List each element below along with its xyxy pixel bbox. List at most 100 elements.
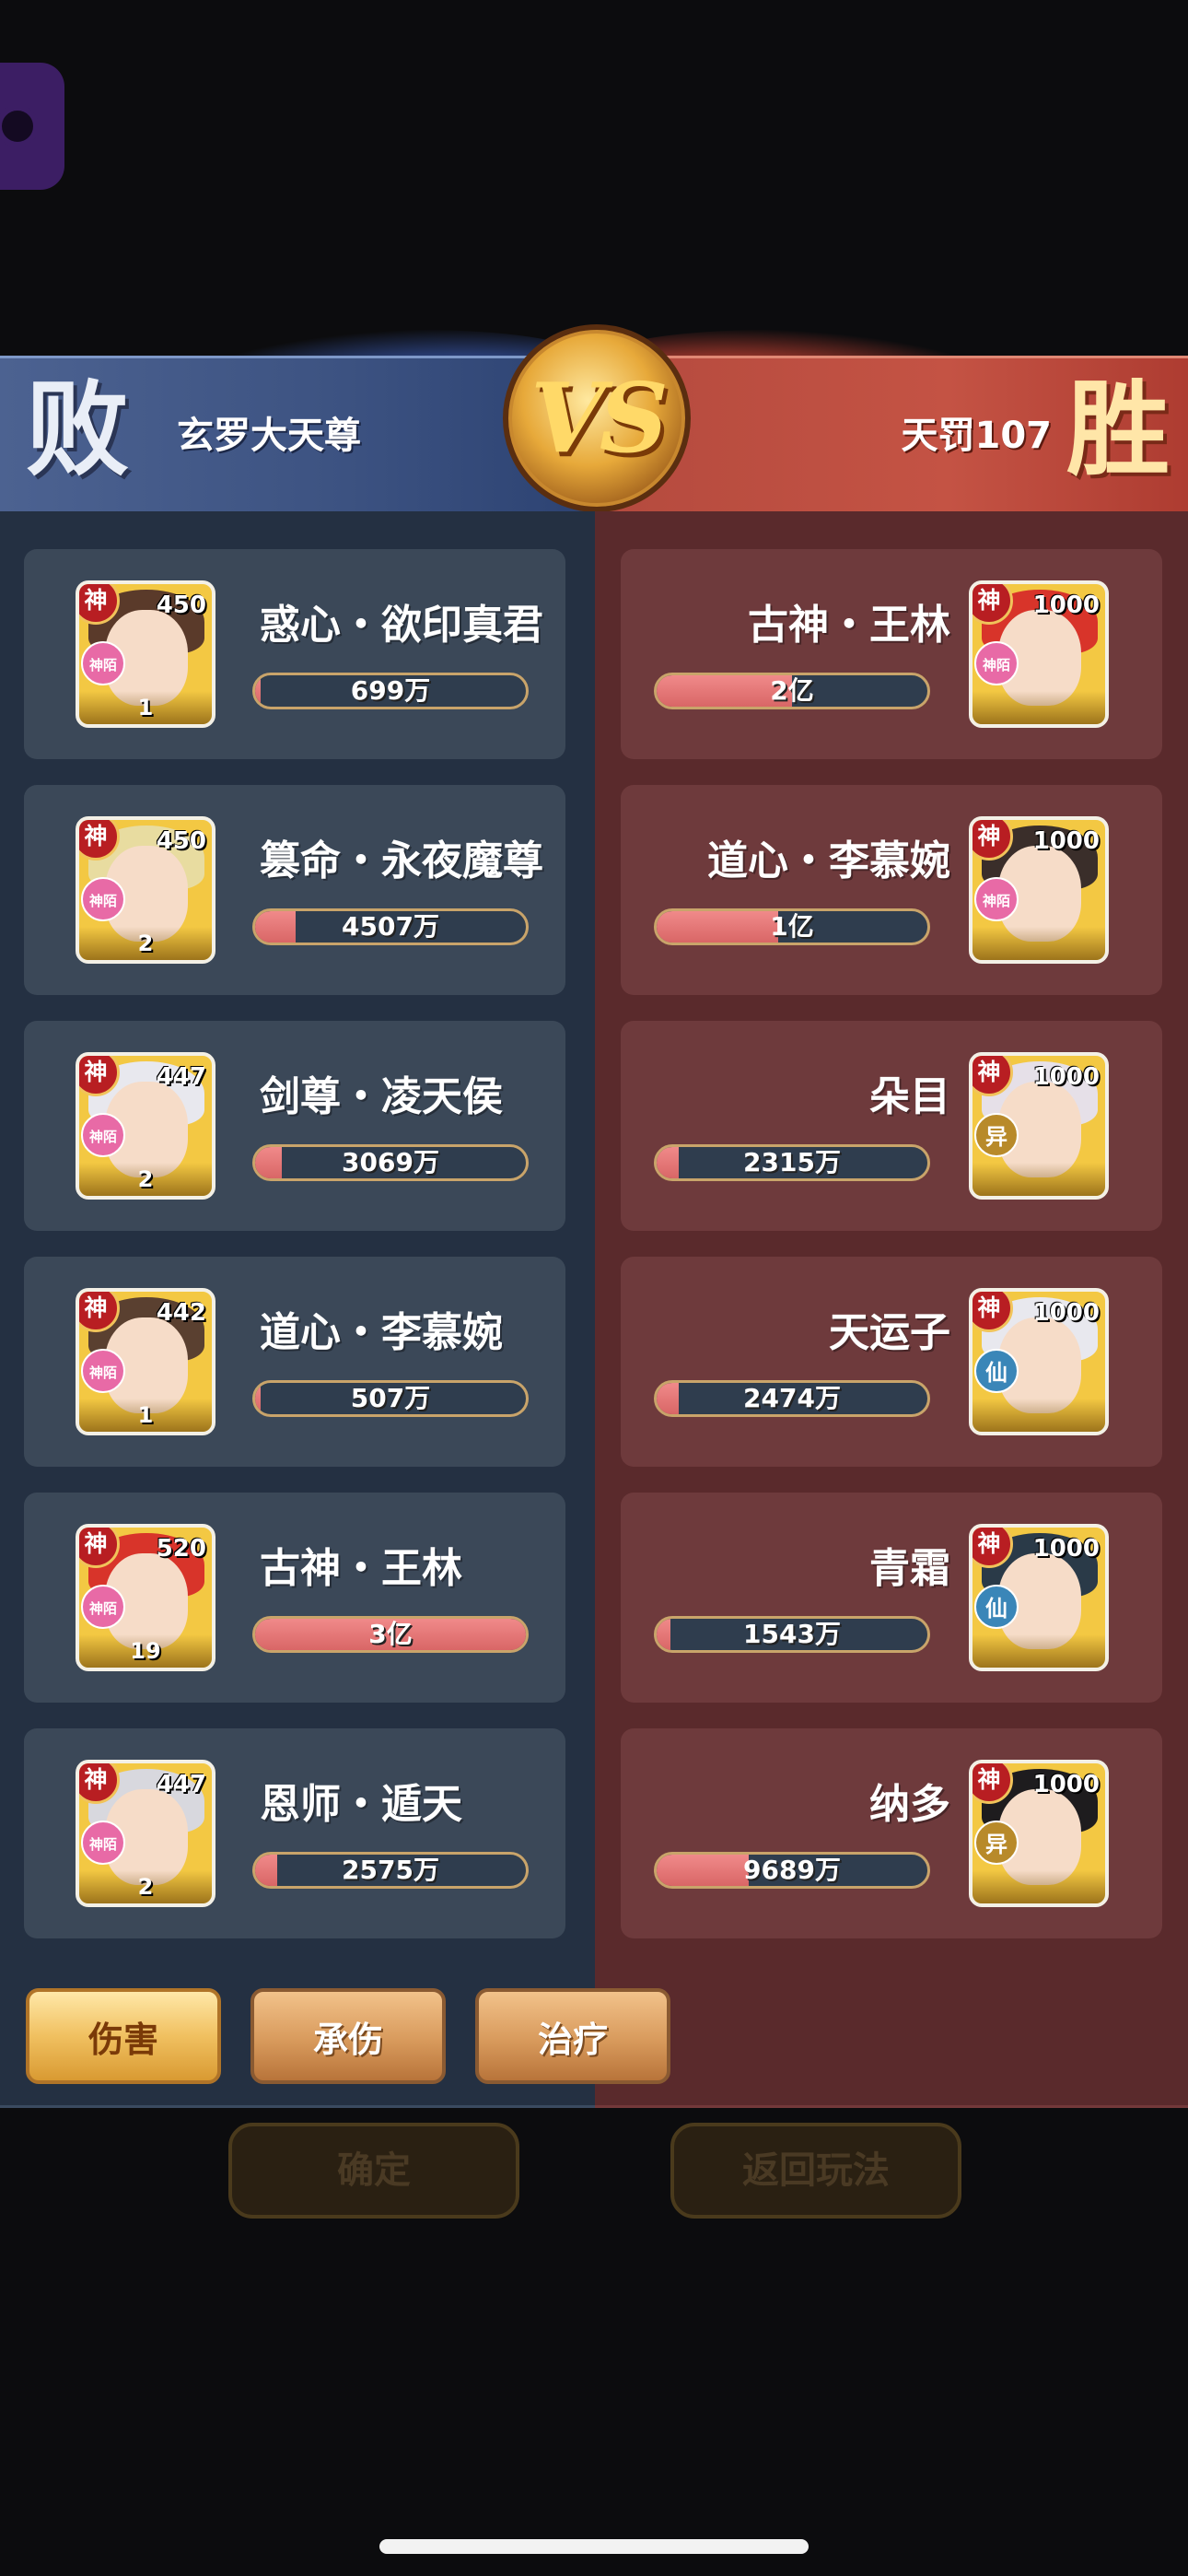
hero-name: 惑心・欲印真君 [260, 602, 543, 649]
damage-value: 2575万 [342, 1855, 439, 1885]
hero-portrait[interactable]: 神 447 神陌 2 [76, 1052, 215, 1200]
right-hero-card[interactable]: 神 1000 神陌 古神・王林 2亿 [621, 549, 1162, 759]
menu-icon [0, 105, 39, 147]
damage-value: 1亿 [770, 911, 814, 942]
hero-wing-decoration [973, 1870, 1105, 1903]
right-hero-card[interactable]: 神 1000 仙天运子 2474万 [621, 1257, 1162, 1467]
left-hero-card[interactable]: 神 442 神陌 1 道心・李慕婉 507万 [24, 1257, 565, 1467]
hero-star-count: 19 [79, 1634, 212, 1668]
right-player-name: 天罚107 [901, 415, 1053, 457]
hero-portrait[interactable]: 神 1000 神陌 [969, 580, 1109, 728]
left-hero-card[interactable]: 神 520 神陌 19 古神・王林 3亿 [24, 1493, 565, 1703]
left-hero-card[interactable]: 神 450 神陌 2 篡命・永夜魔尊 4507万 [24, 785, 565, 995]
damage-bar: 4507万 [252, 908, 529, 945]
damage-value: 507万 [350, 1383, 431, 1413]
hero-faction-badge: 神陌 [81, 1113, 125, 1157]
hero-name: 古神・王林 [748, 602, 950, 649]
hero-name: 朵目 [869, 1073, 950, 1120]
damage-value: 2亿 [770, 675, 814, 706]
damage-bar: 507万 [252, 1380, 529, 1417]
tab-damage-taken[interactable]: 承伤 [250, 1988, 446, 2084]
victory-label: 胜 [1066, 369, 1170, 490]
damage-bar: 2474万 [654, 1380, 930, 1417]
left-hero-card[interactable]: 神 450 神陌 1 惑心・欲印真君 699万 [24, 549, 565, 759]
hero-portrait[interactable]: 神 442 神陌 1 [76, 1288, 215, 1435]
hero-name: 纳多 [869, 1781, 950, 1828]
damage-bar: 1亿 [654, 908, 930, 945]
left-hero-card[interactable]: 神 447 神陌 2 剑尊・凌天侯 3069万 [24, 1021, 565, 1231]
damage-value: 2474万 [743, 1383, 841, 1413]
damage-bar: 2亿 [654, 673, 930, 709]
damage-bar: 699万 [252, 673, 529, 709]
hero-name: 篡命・永夜魔尊 [260, 837, 543, 884]
battle-result-banner: 败 玄罗大天尊 胜 天罚107 VS [0, 313, 1188, 516]
hero-portrait[interactable]: 神 520 神陌 19 [76, 1524, 215, 1671]
defeat-label: 败 [26, 369, 129, 490]
back-to-mode-button[interactable]: 返回玩法 [670, 2123, 961, 2219]
damage-value: 9689万 [743, 1855, 841, 1885]
hero-level: 520 [156, 1535, 206, 1563]
hero-portrait[interactable]: 神 450 神陌 2 [76, 816, 215, 964]
home-indicator[interactable] [379, 2539, 809, 2554]
hero-level: 450 [156, 591, 206, 619]
tab-healing[interactable]: 治疗 [475, 1988, 670, 2084]
hero-wing-decoration [973, 1634, 1105, 1668]
hero-wing-decoration [973, 1399, 1105, 1432]
hero-portrait[interactable]: 神 1000 仙 [969, 1524, 1109, 1671]
hero-portrait[interactable]: 神 1000 异 [969, 1760, 1109, 1907]
hero-name: 恩师・遁天 [260, 1781, 462, 1828]
vs-emblem: VS [503, 324, 691, 512]
damage-bar: 2575万 [252, 1852, 529, 1889]
hero-portrait[interactable]: 神 1000 异 [969, 1052, 1109, 1200]
hero-name: 天运子 [829, 1309, 950, 1356]
menu-corner-button[interactable] [0, 63, 64, 190]
hero-faction-badge: 神陌 [81, 1585, 125, 1629]
hero-name: 道心・李慕婉 [707, 837, 950, 884]
hero-faction-badge: 异 [974, 1113, 1019, 1157]
damage-bar: 1543万 [654, 1616, 930, 1653]
damage-value: 4507万 [342, 911, 439, 942]
hero-star-count: 1 [79, 691, 212, 724]
hero-wing-decoration [973, 691, 1105, 724]
hero-name: 剑尊・凌天侯 [260, 1073, 503, 1120]
hero-portrait[interactable]: 神 1000 神陌 [969, 816, 1109, 964]
hero-faction-badge: 神陌 [974, 641, 1019, 685]
damage-value: 3亿 [368, 1619, 413, 1649]
hero-faction-badge: 神陌 [81, 1349, 125, 1393]
left-hero-card[interactable]: 神 447 神陌 2 恩师・遁天 2575万 [24, 1728, 565, 1938]
hero-name: 道心・李慕婉 [260, 1309, 503, 1356]
hero-level: 1000 [1032, 1771, 1100, 1798]
confirm-button[interactable]: 确定 [228, 2123, 519, 2219]
hero-level: 447 [156, 1771, 206, 1798]
tab-damage[interactable]: 伤害 [26, 1988, 221, 2084]
hero-faction-badge: 仙 [974, 1585, 1019, 1629]
hero-portrait[interactable]: 神 447 神陌 2 [76, 1760, 215, 1907]
right-hero-card[interactable]: 神 1000 异朵目 2315万 [621, 1021, 1162, 1231]
damage-bar: 3亿 [252, 1616, 529, 1653]
hero-name: 青霜 [869, 1545, 950, 1592]
hero-star-count: 2 [79, 1163, 212, 1196]
hero-level: 1000 [1032, 591, 1100, 619]
damage-value: 2315万 [743, 1147, 841, 1177]
hero-faction-badge: 神陌 [81, 877, 125, 921]
hero-level: 1000 [1032, 827, 1100, 855]
damage-bar: 2315万 [654, 1144, 930, 1181]
hero-level: 442 [156, 1299, 206, 1327]
damage-value: 699万 [350, 675, 431, 706]
vs-text: VS [530, 361, 669, 474]
damage-value: 1543万 [743, 1619, 841, 1649]
right-hero-card[interactable]: 神 1000 异纳多 9689万 [621, 1728, 1162, 1938]
right-hero-card[interactable]: 神 1000 神陌 道心・李慕婉 1亿 [621, 785, 1162, 995]
damage-bar: 3069万 [252, 1144, 529, 1181]
hero-star-count: 1 [79, 1399, 212, 1432]
hero-level: 450 [156, 827, 206, 855]
hero-portrait[interactable]: 神 1000 仙 [969, 1288, 1109, 1435]
damage-value: 3069万 [342, 1147, 439, 1177]
hero-wing-decoration [973, 927, 1105, 960]
right-hero-card[interactable]: 神 1000 仙青霜 1543万 [621, 1493, 1162, 1703]
hero-portrait[interactable]: 神 450 神陌 1 [76, 580, 215, 728]
hero-faction-badge: 仙 [974, 1349, 1019, 1393]
damage-bar: 9689万 [654, 1852, 930, 1889]
left-player-name: 玄罗大天尊 [177, 415, 361, 457]
hero-level: 1000 [1032, 1535, 1100, 1563]
